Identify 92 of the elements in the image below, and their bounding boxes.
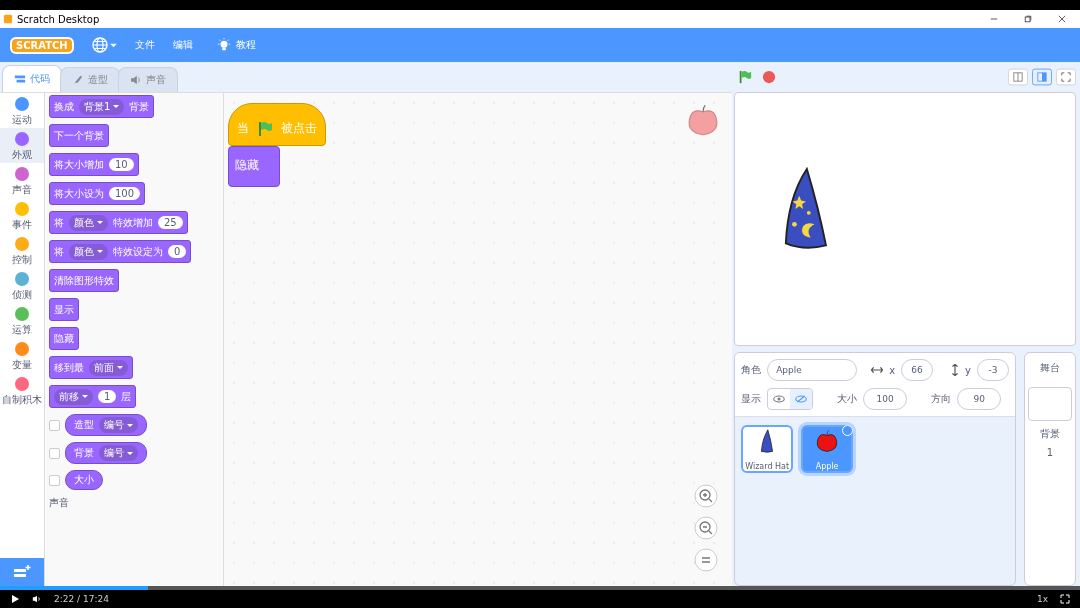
volume-icon[interactable]: [32, 594, 42, 604]
looks-block[interactable]: 隐藏: [228, 146, 280, 187]
dropdown-menu[interactable]: 编号: [99, 445, 138, 461]
speed-button[interactable]: 1x: [1036, 594, 1048, 604]
add-extension-icon: [12, 564, 32, 580]
dropdown-menu[interactable]: 前面: [89, 359, 128, 376]
dropdown-menu[interactable]: 背景1: [79, 98, 125, 115]
app-icon: [3, 14, 13, 24]
looks-block[interactable]: 移到最 前面: [49, 356, 133, 379]
time-display: 2:22 / 17:24: [54, 594, 109, 604]
checkbox[interactable]: [49, 447, 60, 459]
field-label: y: [965, 364, 971, 376]
caret-icon: [117, 365, 123, 370]
number-field[interactable]: 100: [109, 187, 141, 200]
backdrops-count: 1: [1046, 447, 1054, 458]
number-field[interactable]: 10: [109, 158, 134, 171]
field-label: 角色: [741, 363, 762, 377]
maximize-icon[interactable]: [1024, 15, 1032, 23]
speaker-icon: [130, 75, 142, 85]
looks-block[interactable]: 显示: [49, 298, 79, 321]
category-item[interactable]: 运算: [0, 303, 44, 338]
horizontal-arrow-icon: [871, 366, 884, 374]
number-field[interactable]: 1: [98, 390, 117, 403]
play-icon[interactable]: [10, 594, 20, 604]
dropdown-menu[interactable]: 颜色: [69, 243, 108, 260]
add-extension-button[interactable]: [0, 558, 44, 586]
category-item[interactable]: 运动: [0, 93, 44, 128]
number-field[interactable]: 0: [168, 245, 187, 258]
small-stage-icon[interactable]: [1008, 68, 1028, 86]
category-item[interactable]: 变量: [0, 338, 44, 373]
category-item[interactable]: 事件: [0, 198, 44, 233]
minimize-icon[interactable]: [990, 15, 998, 23]
looks-block[interactable]: 造型 编号: [65, 414, 147, 436]
crossed-eye-icon: [795, 395, 808, 403]
caret-icon: [109, 42, 117, 48]
zoom-in-icon[interactable]: [694, 484, 719, 508]
close-icon[interactable]: [1058, 15, 1066, 23]
looks-block[interactable]: 大小: [65, 470, 103, 490]
dropdown-menu[interactable]: 编号: [99, 417, 138, 433]
zoom-out-icon[interactable]: [694, 516, 719, 540]
number-field[interactable]: 25: [158, 216, 183, 229]
looks-block[interactable]: 清除图形特效: [49, 269, 119, 292]
looks-block[interactable]: 下一个背景: [49, 124, 109, 147]
vertical-arrow-icon: [951, 364, 960, 376]
normal-stage-icon[interactable]: [1032, 68, 1052, 86]
sprite-tile[interactable]: Wizard Hat: [741, 425, 794, 473]
category-item[interactable]: 控制: [0, 233, 44, 268]
window-title: Scratch Desktop: [17, 13, 100, 25]
progress-track[interactable]: [0, 586, 1080, 590]
category-item[interactable]: 声音: [0, 163, 44, 198]
category-item[interactable]: 自制积木: [0, 373, 44, 408]
looks-block[interactable]: 前移 1 层: [49, 385, 137, 408]
looks-block[interactable]: 将大小增加 10: [49, 153, 139, 176]
eye-icon: [773, 395, 786, 403]
field-label: 大小: [837, 392, 858, 406]
caret-icon: [127, 422, 133, 428]
language-menu[interactable]: [91, 37, 117, 53]
lightbulb-icon: [216, 38, 231, 52]
caret-icon: [127, 450, 133, 456]
caret-icon: [82, 394, 88, 399]
looks-block[interactable]: 隐藏: [49, 327, 79, 350]
looks-block[interactable]: 背景 编号: [65, 442, 147, 464]
hide-toggle[interactable]: [790, 389, 813, 409]
looks-block[interactable]: 将大小设为 100: [49, 182, 146, 205]
caret-icon: [97, 249, 103, 254]
editor-tab[interactable]: 代码: [2, 65, 62, 92]
field-label: x: [889, 364, 896, 376]
brush-icon: [72, 75, 84, 85]
zoom-reset-icon[interactable]: [694, 548, 719, 572]
category-item[interactable]: 外观: [0, 128, 44, 163]
flag-icon: [257, 120, 273, 137]
checkbox[interactable]: [49, 419, 60, 431]
looks-block[interactable]: 将 颜色 特效增加 25: [49, 211, 188, 234]
field-label: 方向: [931, 392, 952, 406]
field-label: 显示: [741, 392, 762, 406]
backdrops-label: 背景: [1040, 427, 1060, 441]
code-blocks-icon: [14, 74, 26, 84]
apple-icon: [815, 429, 840, 453]
looks-block[interactable]: 将 颜色 特效设定为 0: [49, 240, 192, 263]
stop-icon[interactable]: [762, 70, 777, 84]
checkbox[interactable]: [49, 474, 60, 486]
dropdown-menu[interactable]: 前移: [54, 388, 93, 405]
dropdown-menu[interactable]: 颜色: [69, 214, 108, 231]
looks-block[interactable]: 换成 背景1 背景: [49, 95, 155, 118]
backdrop-thumbnail[interactable]: [1028, 387, 1072, 421]
category-item[interactable]: 侦测: [0, 268, 44, 303]
caret-icon: [97, 220, 103, 225]
stage-pane-title: 舞台: [1040, 361, 1060, 375]
section-heading: 声音: [49, 496, 70, 510]
delete-icon[interactable]: [842, 425, 854, 436]
caret-icon: [113, 104, 120, 109]
flag-icon[interactable]: [738, 70, 753, 84]
